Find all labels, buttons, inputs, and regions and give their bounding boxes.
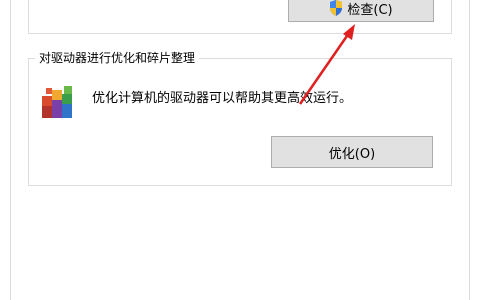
optimize-button-label: 优化(O) <box>328 146 376 162</box>
check-button[interactable]: 检查(C) <box>288 0 434 22</box>
drive-properties-tools-tab: 检查(C) 对驱动器进行优化和碎片整理 优化计算机的驱动器可以帮助其更高效运行。… <box>0 0 480 300</box>
optimize-button[interactable]: 优化(O) <box>271 136 433 168</box>
check-button-label: 检查(C) <box>347 2 393 18</box>
defrag-icon <box>42 86 72 118</box>
optimize-group-title: 对驱动器进行优化和碎片整理 <box>35 50 200 66</box>
optimize-description: 优化计算机的驱动器可以帮助其更高效运行。 <box>92 91 353 106</box>
dialog-right-border <box>469 0 470 300</box>
uac-shield-icon <box>330 0 343 16</box>
dialog-left-border <box>10 0 11 300</box>
